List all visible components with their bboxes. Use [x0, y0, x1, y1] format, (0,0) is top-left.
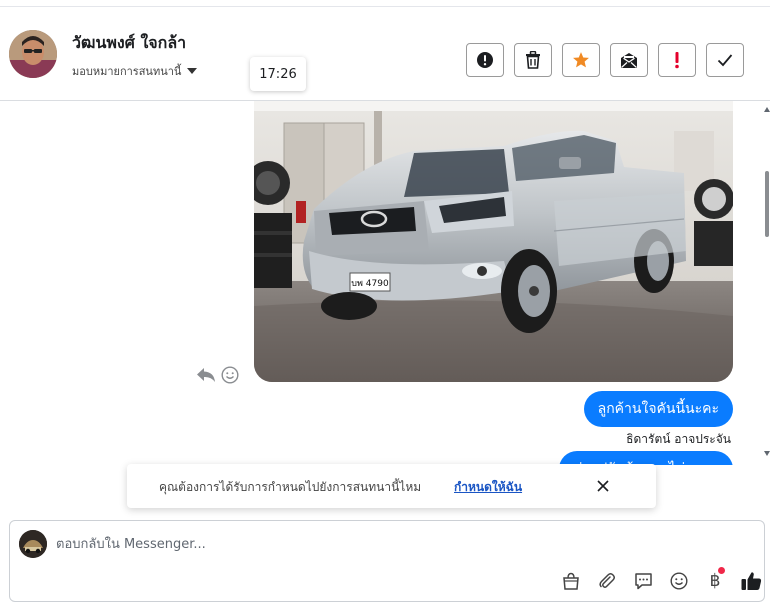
done-button[interactable]: [706, 43, 744, 77]
reply-input[interactable]: [56, 533, 716, 555]
assign-dropdown[interactable]: มอบหมายการสนทนานี้: [72, 62, 198, 80]
like-button[interactable]: [733, 569, 769, 593]
shop-bag-icon: [563, 572, 579, 590]
message-thread[interactable]: บพ 4790 ลูกค้านใจคันนี้นะคะ ธิดารัตน์ อา…: [0, 101, 770, 465]
contact-avatar[interactable]: [9, 30, 57, 78]
assign-to-me-link[interactable]: กำหนดให้ฉัน: [454, 478, 522, 497]
sender-name: ธิดารัตน์ อาจประจัน: [626, 432, 731, 446]
outgoing-message-bubble-partial[interactable]: ค่ายปรับข้อนผมไม่: [559, 451, 733, 465]
check-icon: [717, 54, 733, 67]
follow-up-button[interactable]: [658, 43, 696, 77]
emoji-button[interactable]: [661, 569, 697, 593]
shop-button[interactable]: [553, 569, 589, 593]
baht-icon: ฿: [709, 571, 721, 591]
composer-toolbar: ฿: [553, 567, 769, 593]
react-emoji-icon[interactable]: [221, 366, 239, 384]
star-icon: [573, 52, 589, 68]
alert-circle-icon: [477, 52, 493, 68]
payment-button[interactable]: ฿: [697, 567, 733, 593]
assign-label: มอบหมายการสนทนานี้: [72, 65, 182, 78]
contact-name[interactable]: วัฒนพงศ์ ใจกล้า: [72, 31, 186, 56]
header-actions: [466, 43, 754, 77]
message-photo[interactable]: บพ 4790: [254, 101, 733, 382]
star-button[interactable]: [562, 43, 600, 77]
emoji-icon: [670, 572, 688, 590]
follow-up-icon: [675, 52, 679, 69]
thumbs-up-icon: [741, 572, 761, 590]
outgoing-message-bubble[interactable]: ลูกค้านใจคันนี้นะคะ: [583, 391, 733, 427]
pickup-truck-photo: บพ 4790: [254, 101, 733, 382]
scroll-up-arrow-icon[interactable]: [764, 107, 770, 112]
caret-down-icon: [187, 68, 198, 74]
saved-reply-icon: [634, 573, 652, 590]
attach-button[interactable]: [589, 569, 625, 593]
mark-unread-button[interactable]: [610, 43, 648, 77]
assign-prompt-text: คุณต้องการได้รับการกำหนดไปยังการสนทนานี้…: [159, 480, 422, 494]
scroll-down-arrow-icon[interactable]: [764, 451, 770, 456]
notification-dot: [718, 567, 725, 574]
reply-composer: ฿: [9, 520, 765, 602]
paperclip-icon: [599, 573, 615, 588]
scrollbar-thumb[interactable]: [765, 171, 769, 237]
spam-button[interactable]: [466, 43, 504, 77]
mark-unread-icon: [621, 53, 637, 68]
close-icon[interactable]: [596, 479, 610, 493]
timestamp-tooltip: 17:26: [250, 57, 306, 91]
thread-scrollbar[interactable]: [764, 101, 770, 465]
license-plate-text: บพ 4790: [351, 279, 389, 289]
conversation-header: วัฒนพงศ์ ใจกล้า มอบหมายการสนทนานี้: [0, 7, 770, 101]
reply-icon[interactable]: [196, 366, 216, 384]
page-avatar: [19, 530, 47, 558]
delete-button[interactable]: [514, 43, 552, 77]
saved-replies-button[interactable]: [625, 569, 661, 593]
trash-icon: [526, 51, 540, 69]
assign-prompt-banner: คุณต้องการได้รับการกำหนดไปยังการสนทนานี้…: [127, 464, 656, 508]
